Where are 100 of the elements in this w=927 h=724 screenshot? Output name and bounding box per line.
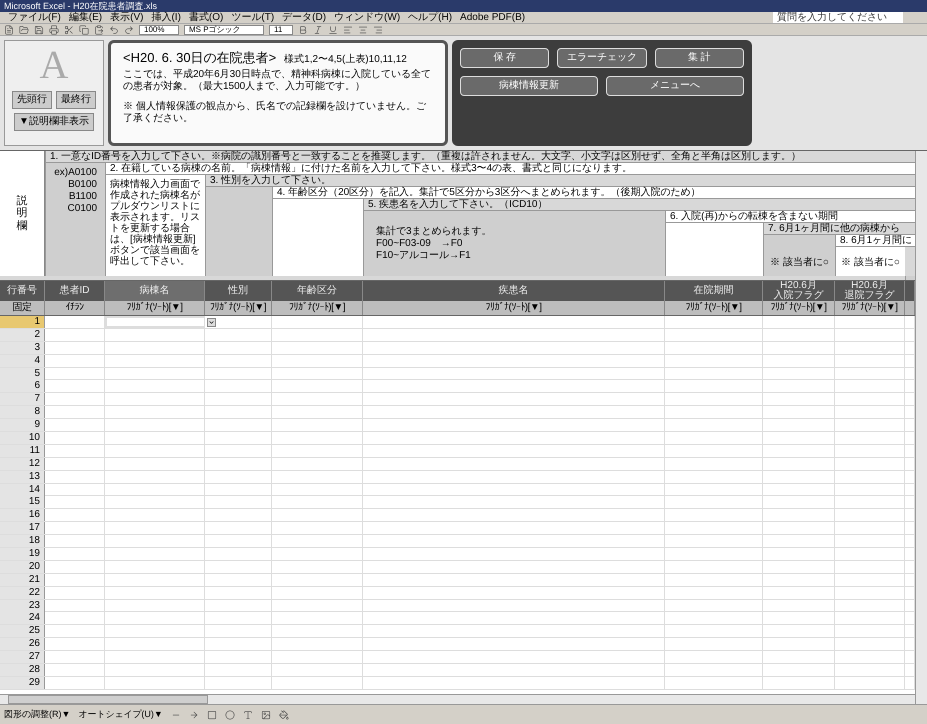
menu-item[interactable]: Adobe PDF(B) <box>460 12 526 22</box>
row-number: 22 <box>0 586 45 599</box>
underline-icon[interactable] <box>328 24 338 34</box>
description-text: F00~F03-09 →F0 <box>376 238 462 249</box>
action-button[interactable]: メニューへ <box>606 76 744 96</box>
menu-item[interactable]: 挿入(I) <box>151 12 181 22</box>
dropdown-icon[interactable] <box>207 318 216 327</box>
row-number: 19 <box>0 548 45 560</box>
menu-item[interactable]: 編集(E) <box>68 12 102 22</box>
draw-menu[interactable]: 図形の調整(R)▼ <box>4 710 70 719</box>
bold-icon[interactable] <box>298 24 308 34</box>
font-size-field[interactable]: 11 <box>269 24 293 34</box>
description-text: ※ 該当者に○ <box>841 257 900 268</box>
zoom-field[interactable]: 100% <box>139 24 179 34</box>
printer-icon[interactable] <box>49 24 59 34</box>
menu-item[interactable]: データ(D) <box>282 12 326 22</box>
filter-cell[interactable]: ｲﾁﾗﾝ <box>45 301 105 315</box>
filter-cell[interactable]: ﾌﾘｶﾞﾅ(ｿｰﾄ)[▼] <box>665 301 763 315</box>
new-icon[interactable] <box>4 24 14 34</box>
text-box-icon[interactable] <box>242 710 253 720</box>
nav-button[interactable]: 先頭行 <box>12 91 52 109</box>
menu-item[interactable]: 書式(O) <box>188 12 224 22</box>
row-number: 11 <box>0 444 45 457</box>
menu-item[interactable]: ツール(T) <box>231 12 274 22</box>
logo: A <box>40 45 68 87</box>
align-right-icon[interactable] <box>373 24 383 34</box>
folder-icon[interactable] <box>19 24 29 34</box>
menu-item[interactable]: ファイル(F) <box>8 12 61 22</box>
cut-icon[interactable] <box>64 24 74 34</box>
action-button[interactable]: 保 存 <box>460 48 550 68</box>
description-text: ※ 該当者に○ <box>770 257 829 268</box>
fill-icon[interactable] <box>278 710 289 720</box>
filter-cell[interactable]: 固定 <box>0 301 45 315</box>
rectangle-icon[interactable] <box>206 710 217 720</box>
instruction-text: 2. 在籍している病棟の名前。「病棟情報」に付けた名前を入力して下さい。様式3〜4の表、書式と同じになります。 <box>105 163 915 175</box>
row-number: 9 <box>0 419 45 432</box>
help-search-field[interactable]: 質問を入力してください <box>773 12 903 23</box>
instruction-text: 6. 入院(再)からの転棟を含まない期間 <box>665 211 915 223</box>
description-text: ex)A0100 <box>54 167 97 178</box>
menu-item[interactable]: 表示(V) <box>110 12 144 22</box>
row-number: 25 <box>0 625 45 638</box>
arrow-icon[interactable] <box>188 710 199 720</box>
row-number: 21 <box>0 574 45 586</box>
row-number: 1 <box>0 316 45 328</box>
filter-cell[interactable]: ﾌﾘｶﾞﾅ(ｿｰﾄ)[▼] <box>363 301 665 315</box>
font-field[interactable]: MS Pゴシック <box>184 24 264 34</box>
row-number: 10 <box>0 432 45 444</box>
italic-icon[interactable] <box>313 24 323 34</box>
info-text: ここでは、平成20年6月30日時点で、精神科病棟に入院している全ての患者が対象。（最大1500人まで、入力可能です。） <box>123 69 432 93</box>
vertical-scrollbar[interactable] <box>915 151 927 704</box>
copy-icon[interactable] <box>79 24 89 34</box>
row-number: 4 <box>0 354 45 367</box>
instruction-text: 8. 6月1ヶ月間に <box>835 235 915 247</box>
description-text: B1100 <box>68 191 97 202</box>
menu-item[interactable]: ウィンドウ(W) <box>334 12 400 22</box>
row-number: 15 <box>0 496 45 508</box>
row-number: 24 <box>0 612 45 624</box>
filter-cell[interactable]: ﾌﾘｶﾞﾅ(ｿｰﾄ)[▼] <box>763 301 835 315</box>
row-number: 23 <box>0 600 45 612</box>
row-number: 7 <box>0 393 45 406</box>
action-button[interactable]: エラーチェック <box>557 48 647 68</box>
toggle-description-button[interactable]: ▼説明欄非表示 <box>14 113 94 131</box>
row-number: 28 <box>0 664 45 676</box>
info-warning: ※ 個人情報保護の観点から、氏名での記録欄を設けていません。ご了承ください。 <box>123 101 427 125</box>
instruction-text: 3. 性別を入力して下さい。 <box>205 175 915 187</box>
horizontal-scrollbar[interactable] <box>0 694 915 704</box>
instruction-text: 5. 疾患名を入力して下さい。（ICD10） <box>363 199 915 211</box>
row-number: 6 <box>0 380 45 392</box>
row-number: 8 <box>0 406 45 418</box>
info-note: 様式1,2〜4,5(上表)10,11,12 <box>284 55 407 65</box>
row-number: 20 <box>0 560 45 573</box>
row-number: 27 <box>0 651 45 664</box>
row-number: 29 <box>0 676 45 689</box>
redo-icon[interactable] <box>124 24 134 34</box>
row-number: 14 <box>0 484 45 496</box>
filter-cell[interactable]: ﾌﾘｶﾞﾅ(ｿｰﾄ)[▼] <box>205 301 272 315</box>
nav-button[interactable]: 最終行 <box>56 91 96 109</box>
ellipse-icon[interactable] <box>224 710 235 720</box>
row-number: 3 <box>0 342 45 354</box>
image-icon[interactable] <box>260 710 271 720</box>
align-left-icon[interactable] <box>343 24 353 34</box>
undo-icon[interactable] <box>109 24 119 34</box>
window-title: Microsoft Excel - H20在院患者調査.xls <box>4 2 158 10</box>
paste-icon[interactable] <box>94 24 104 34</box>
autoshape-menu[interactable]: オートシェイプ(U)▼ <box>78 710 163 719</box>
action-button[interactable]: 病棟情報更新 <box>460 76 598 96</box>
instruction-text: 4. 年齢区分（20区分）を記入。集計で5区分から3区分へまとめられます。（後期入院のため） <box>272 187 915 199</box>
column-header: 病棟名 <box>105 281 205 301</box>
align-center-icon[interactable] <box>358 24 368 34</box>
description-text: F10~アルコール→F1 <box>376 250 471 261</box>
description-text: B0100 <box>68 179 97 190</box>
row-number: 12 <box>0 458 45 470</box>
row-number: 16 <box>0 509 45 522</box>
action-button[interactable]: 集 計 <box>654 48 744 68</box>
filter-cell[interactable]: ﾌﾘｶﾞﾅ(ｿｰﾄ)[▼] <box>272 301 363 315</box>
filter-cell[interactable]: ﾌﾘｶﾞﾅ(ｿｰﾄ)[▼] <box>105 301 205 315</box>
filter-cell[interactable]: ﾌﾘｶﾞﾅ(ｿｰﾄ)[▼] <box>835 301 905 315</box>
save-icon[interactable] <box>34 24 44 34</box>
info-title: <H20. 6. 30日の在院患者> <box>123 51 276 64</box>
menu-item[interactable]: ヘルプ(H) <box>408 12 452 22</box>
